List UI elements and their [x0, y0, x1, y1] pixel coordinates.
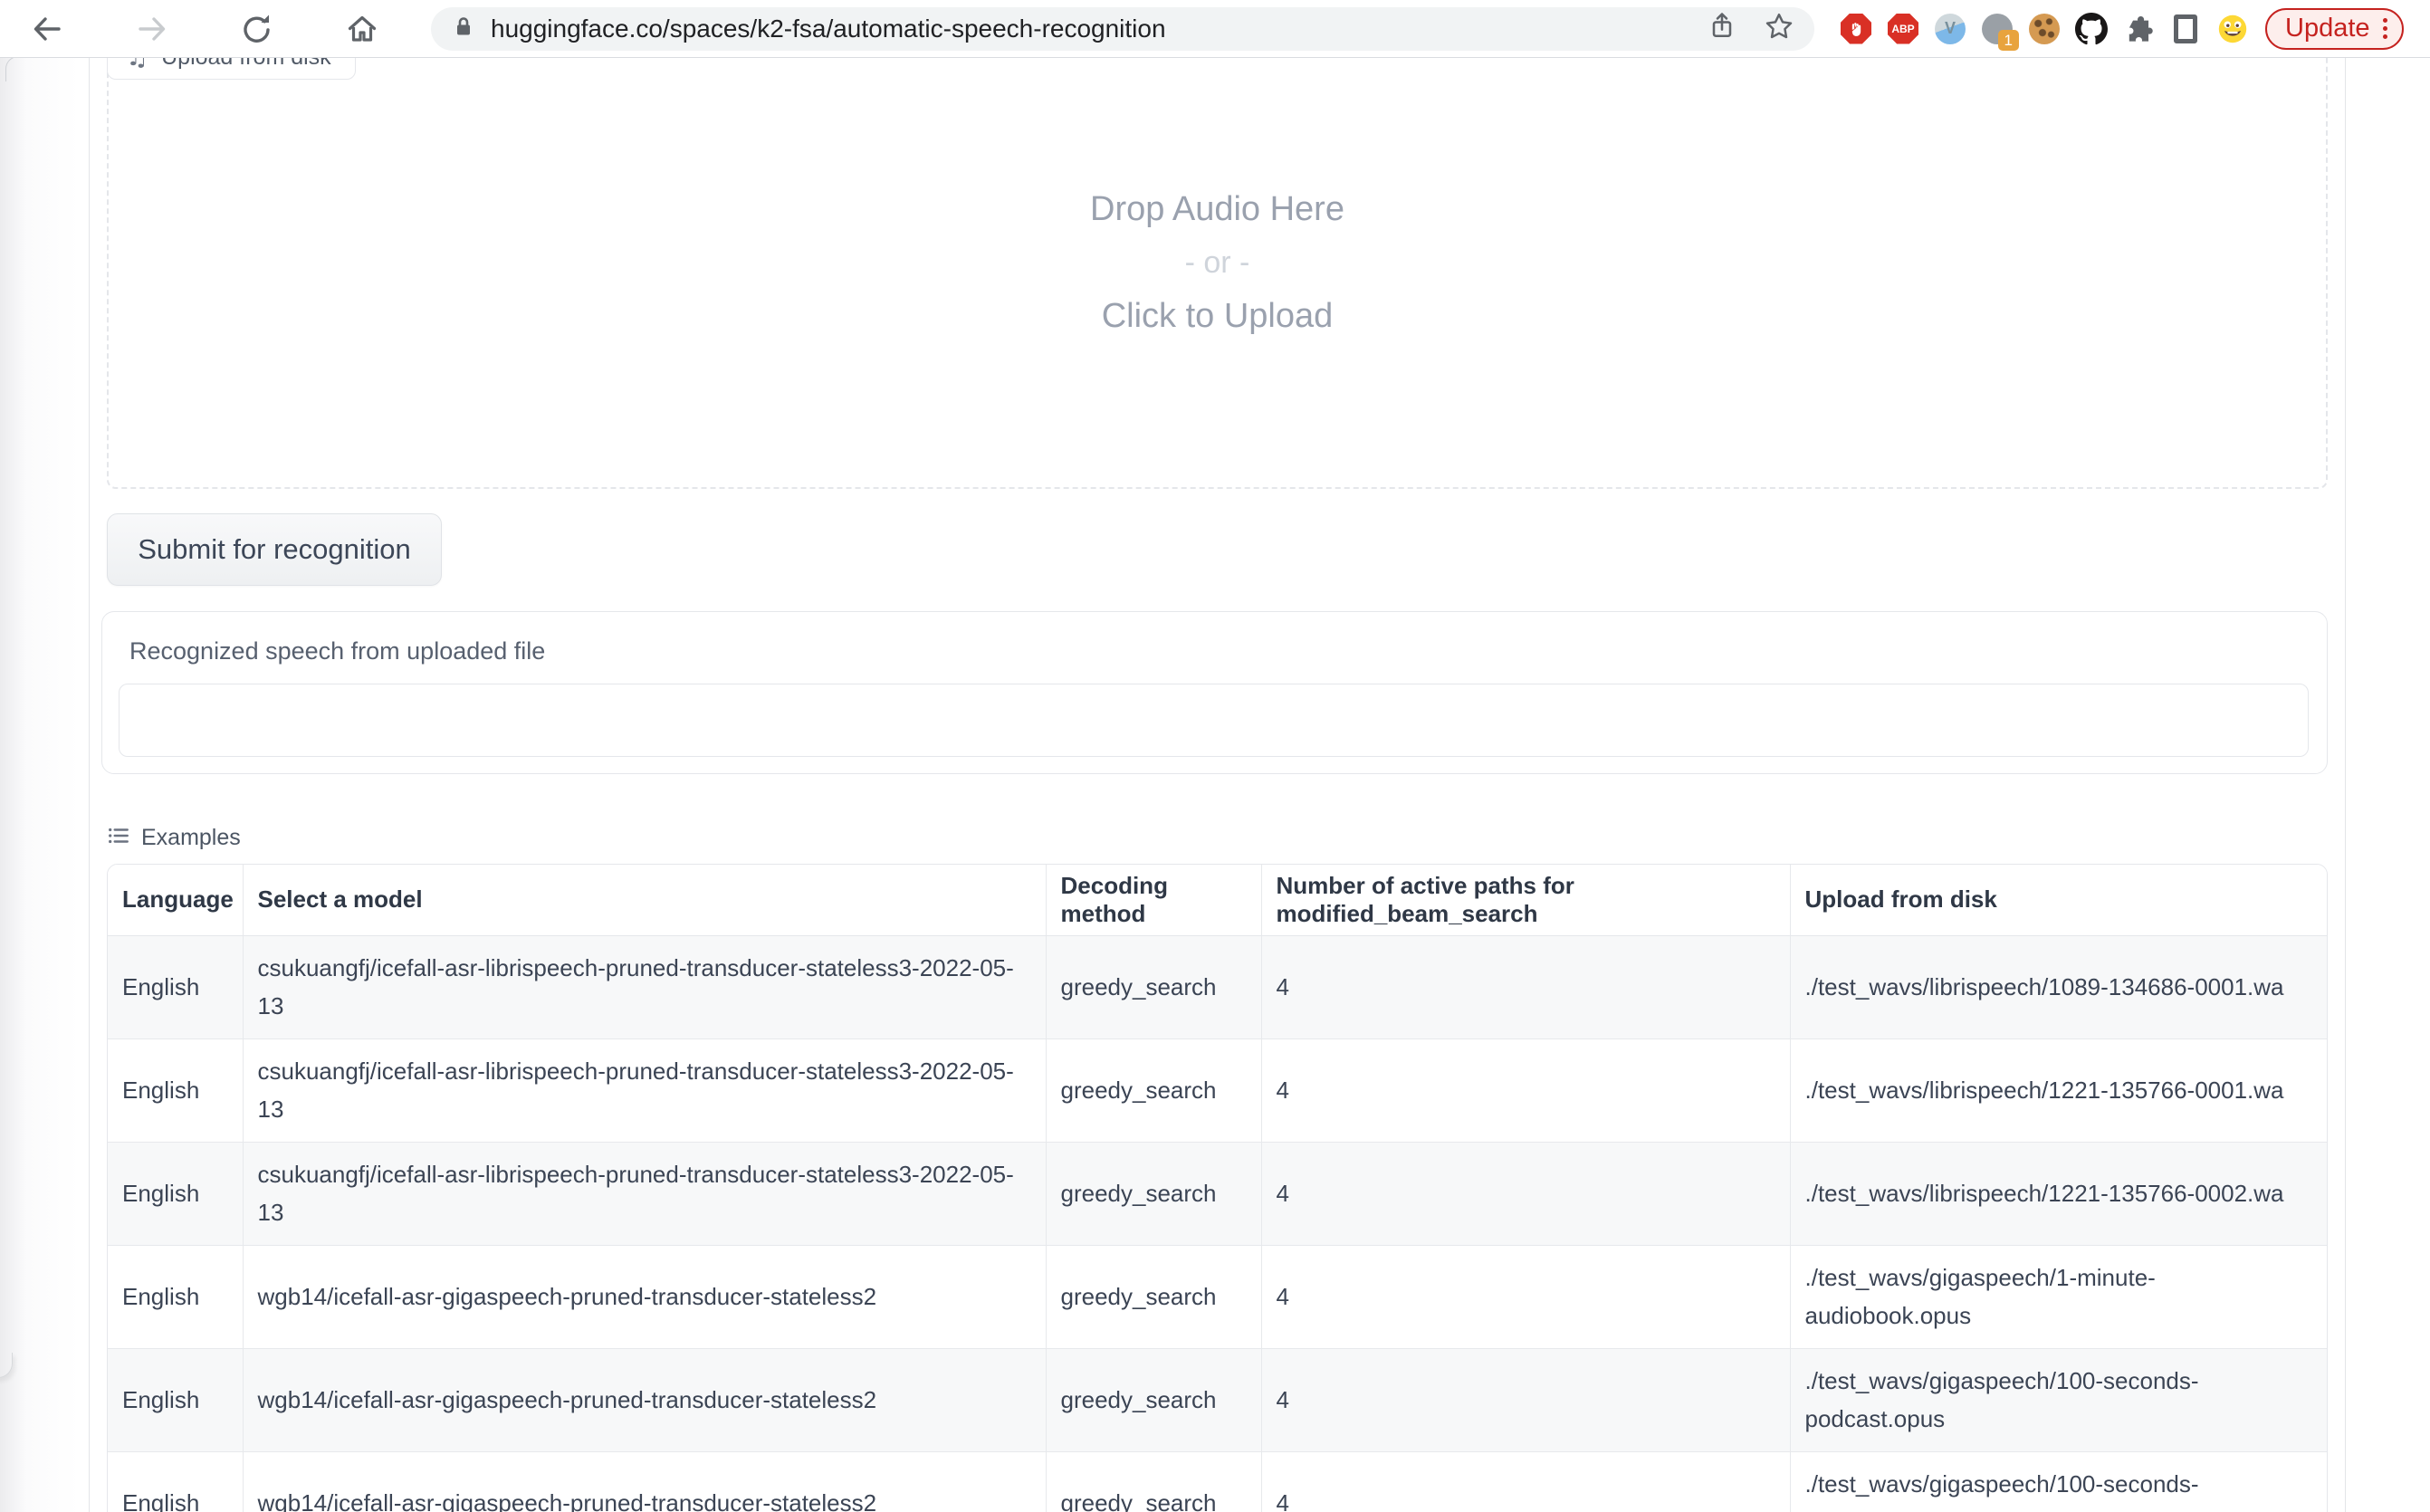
output-panel: Recognized speech from uploaded file: [101, 611, 2328, 774]
table-row[interactable]: English wgb14/icefall-asr-gigaspeech-pru…: [108, 1245, 2327, 1348]
music-notes-icon: ♫: [126, 58, 148, 70]
page-content: ♫ Upload from disk Drop Audio Here - or …: [0, 58, 2430, 1512]
cell-upload[interactable]: ./test_wavs/librispeech/1089-134686-0001…: [1790, 935, 2327, 1038]
cell-paths[interactable]: 4: [1261, 1245, 1790, 1348]
smiley-icon[interactable]: [2215, 11, 2251, 47]
cell-language[interactable]: English: [108, 1451, 243, 1512]
examples-header: Examples: [107, 824, 241, 852]
puzzle-extensions-icon[interactable]: [2120, 11, 2157, 47]
col-decoding-method: Decoding method: [1046, 865, 1261, 935]
cell-model[interactable]: wgb14/icefall-asr-gigaspeech-pruned-tran…: [243, 1348, 1046, 1451]
cookie-icon[interactable]: [2026, 11, 2062, 47]
col-language: Language: [108, 865, 243, 935]
click-to-upload-text[interactable]: Click to Upload: [1102, 297, 1334, 336]
submit-for-recognition-button[interactable]: Submit for recognition: [107, 513, 442, 586]
output-label: Recognized speech from uploaded file: [129, 637, 545, 665]
cell-decoding[interactable]: greedy_search: [1046, 935, 1261, 1038]
back-icon[interactable]: [27, 9, 67, 49]
adblock-hand-icon[interactable]: [1838, 11, 1874, 47]
cell-model[interactable]: csukuangfj/icefall-asr-librispeech-prune…: [243, 1038, 1046, 1142]
cell-model[interactable]: csukuangfj/icefall-asr-librispeech-prune…: [243, 1142, 1046, 1245]
recognized-speech-textbox[interactable]: [119, 684, 2309, 757]
cell-language[interactable]: English: [108, 1142, 243, 1245]
address-bar[interactable]: huggingface.co/spaces/k2-fsa/automatic-s…: [431, 7, 1814, 51]
cell-decoding[interactable]: greedy_search: [1046, 1245, 1261, 1348]
cell-upload[interactable]: ./test_wavs/librispeech/1221-135766-0002…: [1790, 1142, 2327, 1245]
cell-model[interactable]: wgb14/icefall-asr-gigaspeech-pruned-tran…: [243, 1245, 1046, 1348]
col-select-model: Select a model: [243, 865, 1046, 935]
extensions-group: ABP V 1: [1838, 11, 2251, 47]
forward-icon[interactable]: [132, 9, 172, 49]
update-button[interactable]: Update: [2265, 8, 2404, 50]
table-row[interactable]: English csukuangfj/icefall-asr-librispee…: [108, 935, 2327, 1038]
table-row[interactable]: English wgb14/icefall-asr-gigaspeech-pru…: [108, 1451, 2327, 1512]
cell-decoding[interactable]: greedy_search: [1046, 1142, 1261, 1245]
scrollbar-gutter[interactable]: [2345, 58, 2430, 1512]
menu-dots-icon[interactable]: [2383, 18, 2387, 39]
share-icon[interactable]: [1706, 10, 1738, 47]
col-upload-from-disk: Upload from disk: [1790, 865, 2327, 935]
tab-upload-from-disk[interactable]: ♫ Upload from disk: [107, 58, 356, 80]
examples-label: Examples: [141, 825, 241, 851]
table-row[interactable]: English csukuangfj/icefall-asr-librispee…: [108, 1142, 2327, 1245]
cell-upload[interactable]: ./test_wavs/gigaspeech/100-seconds- podc…: [1790, 1348, 2327, 1451]
vimium-icon[interactable]: V: [1932, 11, 1968, 47]
cell-language[interactable]: English: [108, 1348, 243, 1451]
cell-model[interactable]: wgb14/icefall-asr-gigaspeech-pruned-tran…: [243, 1451, 1046, 1512]
cell-upload[interactable]: ./test_wavs/gigaspeech/1-minute- audiobo…: [1790, 1245, 2327, 1348]
or-text: - or -: [1185, 245, 1250, 281]
cell-paths[interactable]: 4: [1261, 1142, 1790, 1245]
url-text[interactable]: huggingface.co/spaces/k2-fsa/automatic-s…: [491, 14, 1706, 43]
cell-language[interactable]: English: [108, 935, 243, 1038]
table-row[interactable]: English csukuangfj/icefall-asr-librispee…: [108, 1038, 2327, 1142]
examples-table: Language Select a model Decoding method …: [107, 864, 2328, 1512]
dropzone-hint: Drop Audio Here - or - Click to Upload: [109, 190, 2326, 336]
cell-upload[interactable]: ./test_wavs/gigaspeech/100-seconds- yout…: [1790, 1451, 2327, 1512]
cell-paths[interactable]: 4: [1261, 935, 1790, 1038]
cell-paths[interactable]: 4: [1261, 1348, 1790, 1451]
cell-language[interactable]: English: [108, 1245, 243, 1348]
lock-icon[interactable]: [451, 14, 476, 43]
left-rail: [0, 58, 90, 1512]
sidebar-box-icon[interactable]: [2167, 11, 2204, 47]
table-header-row: Language Select a model Decoding method …: [108, 865, 2327, 935]
cell-paths[interactable]: 4: [1261, 1451, 1790, 1512]
github-icon[interactable]: [2073, 11, 2110, 47]
cell-language[interactable]: English: [108, 1038, 243, 1142]
cell-decoding[interactable]: greedy_search: [1046, 1348, 1261, 1451]
bookmark-star-icon[interactable]: [1762, 9, 1796, 48]
cell-decoding[interactable]: greedy_search: [1046, 1451, 1261, 1512]
cell-model[interactable]: csukuangfj/icefall-asr-librispeech-prune…: [243, 935, 1046, 1038]
audio-dropzone[interactable]: ♫ Upload from disk Drop Audio Here - or …: [107, 58, 2328, 489]
cell-decoding[interactable]: greedy_search: [1046, 1038, 1261, 1142]
card-top-corner: [5, 58, 31, 81]
abp-icon[interactable]: ABP: [1885, 11, 1921, 47]
home-icon[interactable]: [342, 9, 382, 49]
col-num-active-paths: Number of active paths for modified_beam…: [1261, 865, 1790, 935]
cell-paths[interactable]: 4: [1261, 1038, 1790, 1142]
list-icon: [107, 824, 130, 852]
cell-upload[interactable]: ./test_wavs/librispeech/1221-135766-0001…: [1790, 1038, 2327, 1142]
drop-audio-here-text: Drop Audio Here: [1090, 190, 1344, 229]
refresh-icon[interactable]: [237, 9, 277, 49]
upload-tab-label: Upload from disk: [161, 58, 331, 70]
browser-toolbar: huggingface.co/spaces/k2-fsa/automatic-s…: [0, 0, 2430, 58]
profile-circle-icon[interactable]: 1: [1979, 11, 2015, 47]
table-row[interactable]: English wgb14/icefall-asr-gigaspeech-pru…: [108, 1348, 2327, 1451]
extension-badge: 1: [1998, 30, 2019, 51]
